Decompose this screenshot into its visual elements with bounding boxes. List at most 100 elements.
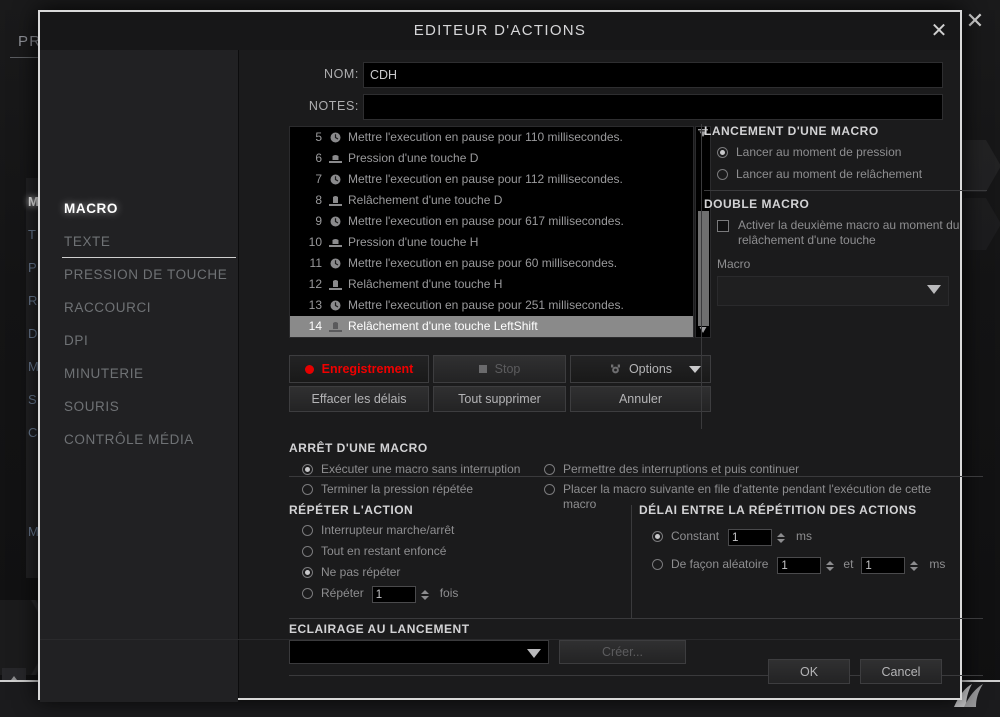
action-row-selected[interactable]: 14 Relâchement d'une touche LeftShift — [290, 316, 693, 337]
delay-random-min-input[interactable] — [777, 557, 822, 574]
spin-down-icon[interactable] — [826, 566, 835, 571]
delay-constant-unit: ms — [796, 529, 813, 543]
options-button[interactable]: Options — [570, 355, 711, 383]
record-dot-icon — [304, 364, 314, 374]
action-row[interactable]: 8 Relâchement d'une touche D — [290, 190, 693, 211]
cancel-macro-button[interactable]: Annuler — [570, 386, 711, 412]
key-press-icon — [322, 153, 348, 164]
action-text: Mettre l'execution en pause pour 60 mill… — [348, 256, 618, 270]
radio-icon — [302, 525, 313, 536]
delay-random-row[interactable]: De façon aléatoire et ms — [652, 557, 945, 574]
column-separator — [701, 124, 702, 429]
clock-icon — [322, 300, 348, 311]
nav-item-pression-touche[interactable]: PRESSION DE TOUCHE — [64, 258, 234, 291]
ok-button[interactable]: OK — [768, 659, 850, 684]
scroll-down-arrow-icon[interactable] — [696, 324, 710, 337]
repeat-option-none[interactable]: Ne pas répéter — [302, 565, 400, 580]
launch-section-title: LANCEMENT D'UNE MACRO — [704, 124, 879, 138]
repeat-option-while-held[interactable]: Tout en restant enfoncé — [302, 544, 446, 559]
name-input[interactable] — [363, 62, 943, 88]
action-row[interactable]: 7 Mettre l'execution en pause pour 112 m… — [290, 169, 693, 190]
action-text: Pression d'une touche H — [348, 235, 479, 249]
action-row[interactable]: 6 Pression d'une touche D — [290, 148, 693, 169]
action-row[interactable]: 12 Relâchement d'une touche H — [290, 274, 693, 295]
launch-option-press-label: Lancer au moment de pression — [736, 145, 902, 159]
lighting-dropdown[interactable] — [289, 640, 549, 664]
launch-and-double-macro-panel: LANCEMENT D'UNE MACRO Lancer au moment d… — [704, 124, 987, 306]
launch-option-press[interactable]: Lancer au moment de pression — [717, 145, 987, 160]
stop-button[interactable]: Stop — [433, 355, 566, 383]
delay-constant-input[interactable] — [728, 529, 773, 546]
repeat-option-toggle[interactable]: Interrupteur marche/arrêt — [302, 523, 454, 538]
dialog-nav-list: MACRO TEXTE PRESSION DE TOUCHE RACCOURCI… — [64, 192, 234, 456]
clear-delays-button[interactable]: Effacer les délais — [289, 386, 429, 412]
repeat-count-stepper[interactable] — [371, 586, 430, 603]
action-index: 13 — [308, 298, 322, 312]
delay-random-min-stepper[interactable] — [777, 557, 835, 574]
delay-constant-row[interactable]: Constant ms — [652, 529, 812, 546]
action-list[interactable]: 5 Mettre l'execution en pause pour 110 m… — [289, 126, 694, 338]
spin-up-icon[interactable] — [826, 560, 835, 565]
spin-down-icon[interactable] — [777, 538, 786, 543]
delay-random-min-spin-buttons[interactable] — [825, 557, 835, 574]
nav-item-controle-media[interactable]: CONTRÔLE MÉDIA — [64, 423, 234, 456]
spin-down-icon[interactable] — [910, 566, 919, 571]
repeat-count-input[interactable] — [371, 586, 416, 603]
cancel-button[interactable]: Cancel — [860, 659, 942, 684]
repeat-count-spin-buttons[interactable] — [420, 586, 430, 603]
action-row[interactable]: 11 Mettre l'execution en pause pour 60 m… — [290, 253, 693, 274]
nav-item-souris[interactable]: SOURIS — [64, 390, 234, 423]
spin-down-icon[interactable] — [420, 595, 429, 600]
gear-icon — [609, 363, 622, 376]
double-macro-checkbox-row[interactable]: Activer la deuxième macro au moment du r… — [717, 218, 979, 248]
action-row[interactable]: 13 Mettre l'execution en pause pour 251 … — [290, 295, 693, 316]
radio-icon — [544, 484, 555, 495]
delay-random-max-spin-buttons[interactable] — [909, 557, 919, 574]
cancel-button-label: Cancel — [881, 664, 921, 679]
spin-up-icon[interactable] — [910, 560, 919, 565]
notes-input[interactable] — [363, 94, 943, 120]
stop-macro-option-1[interactable]: Exécuter une macro sans interruption — [302, 462, 520, 477]
repeat-option-count[interactable]: Répéter fois — [302, 586, 458, 603]
nav-active-underline — [62, 257, 236, 258]
create-lighting-label: Créer... — [602, 645, 643, 659]
checkbox-icon — [717, 220, 729, 232]
spin-up-icon[interactable] — [420, 589, 429, 594]
nav-item-texte[interactable]: TEXTE — [64, 225, 234, 258]
key-release-icon — [322, 279, 348, 290]
repeat-column-separator — [631, 505, 632, 618]
nav-item-macro[interactable]: MACRO — [64, 192, 234, 225]
delay-random-max-input[interactable] — [861, 557, 906, 574]
nav-item-dpi[interactable]: DPI — [64, 324, 234, 357]
spin-up-icon[interactable] — [777, 532, 786, 537]
key-release-icon — [322, 321, 348, 332]
dialog-titlebar: EDITEUR D'ACTIONS ✕ — [40, 12, 960, 50]
repeat-bottom-rule — [289, 618, 983, 619]
dialog-close-icon[interactable]: ✕ — [926, 18, 952, 44]
nav-item-raccourci[interactable]: RACCOURCI — [64, 291, 234, 324]
delay-constant-spin-buttons[interactable] — [776, 529, 786, 546]
stop-macro-option-2[interactable]: Permettre des interruptions et puis cont… — [544, 462, 799, 477]
radio-icon — [544, 464, 555, 475]
record-button-label: Enregistrement — [321, 362, 414, 376]
action-row[interactable]: 5 Mettre l'execution en pause pour 110 m… — [290, 127, 693, 148]
action-index: 6 — [315, 151, 322, 165]
record-button[interactable]: Enregistrement — [289, 355, 429, 383]
action-row[interactable]: 9 Mettre l'execution en pause pour 617 m… — [290, 211, 693, 232]
delay-random-join: et — [843, 557, 854, 571]
nav-item-minuterie[interactable]: MINUTERIE — [64, 357, 234, 390]
action-text: Relâchement d'une touche LeftShift — [348, 319, 538, 333]
action-row[interactable]: 10 Pression d'une touche H — [290, 232, 693, 253]
action-index: 10 — [308, 235, 322, 249]
create-lighting-button[interactable]: Créer... — [559, 640, 686, 664]
delay-constant-stepper[interactable] — [728, 529, 786, 546]
stop-macro-option-3-label: Terminer la pression répétée — [321, 482, 474, 496]
dialog-content: NOM: NOTES: 5 Mettre l'execution en paus… — [238, 50, 987, 698]
launch-option-release[interactable]: Lancer au moment de relâchement — [717, 167, 987, 182]
background-close-icon[interactable]: ✕ — [962, 8, 988, 34]
delay-random-max-stepper[interactable] — [861, 557, 919, 574]
delete-all-button[interactable]: Tout supprimer — [433, 386, 566, 412]
macro-select-dropdown[interactable] — [717, 276, 949, 306]
launch-option-release-label: Lancer au moment de relâchement — [736, 167, 923, 181]
stop-macro-option-3[interactable]: Terminer la pression répétée — [302, 482, 473, 497]
